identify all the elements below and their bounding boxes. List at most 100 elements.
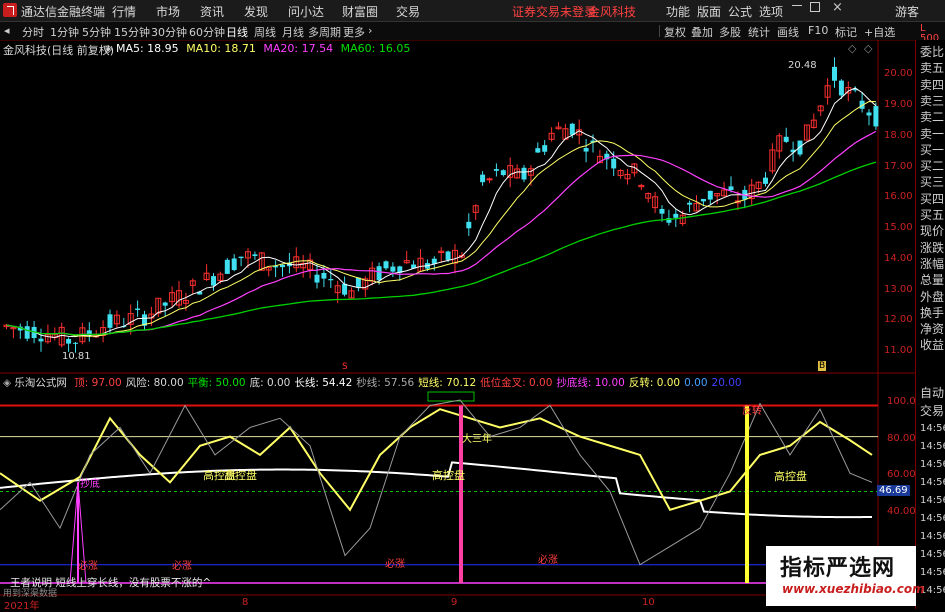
annotation-gaokong: 高控盘 — [774, 470, 807, 483]
period-arrow-icon[interactable]: ◂ — [4, 24, 10, 37]
side-item-11[interactable]: 现价 — [920, 223, 944, 239]
indicator-value-1: 风险: 80.00 — [125, 377, 184, 389]
side-item-10[interactable]: 买五 — [920, 207, 944, 223]
candle-body — [38, 338, 44, 342]
ma5-label: MA5: 18.95 — [115, 42, 179, 55]
diejia-button[interactable]: 叠加 — [691, 24, 713, 40]
side-item-2[interactable]: 卖四 — [920, 77, 944, 93]
menu-jiaoyi[interactable]: 交易 — [396, 3, 420, 20]
side-item-6[interactable]: 买一 — [920, 142, 944, 158]
short-line — [0, 408, 873, 512]
side-item-7[interactable]: 买二 — [920, 158, 944, 174]
indicator-header: ◈ 乐淘公式网 顶: 97.00 风险: 80.00 平衡: 50.00 底: 0.0… — [3, 375, 742, 390]
side-item-18[interactable]: 收益 — [920, 337, 944, 353]
side-item-5[interactable]: 卖一 — [920, 126, 944, 142]
tab-fenshi[interactable]: 分时 — [22, 24, 44, 40]
side-item-8[interactable]: 买三 — [920, 174, 944, 190]
annotation-dasan: 大三年 — [462, 434, 492, 445]
menu-gongneng[interactable]: 功能 — [666, 3, 690, 20]
duogu-button[interactable]: 多股 — [719, 24, 741, 40]
indicator-settings-icon[interactable]: ◈ — [3, 377, 11, 389]
candle-body — [707, 190, 713, 200]
indicator-value-8: 抄底线: 10.00 — [556, 377, 625, 389]
menu-hangqing[interactable]: 行情 — [112, 3, 136, 20]
f10-button[interactable]: F10 — [808, 24, 828, 37]
side-item-17[interactable]: 净资 — [920, 321, 944, 337]
tongji-button[interactable]: 统计 — [748, 24, 770, 40]
candle-body — [135, 308, 141, 310]
huaxian-button[interactable]: 画线 — [777, 24, 799, 40]
side-item-13[interactable]: 涨幅 — [920, 256, 944, 272]
side-tick-9: 14:56 — [920, 549, 945, 560]
side-tick-4: 14:56 — [920, 459, 945, 470]
candle-body — [211, 276, 216, 286]
fuquan-button[interactable]: 复权 — [664, 24, 686, 40]
candle-body — [445, 251, 451, 260]
side-item-0[interactable]: 委比 — [920, 44, 944, 60]
tab-5min[interactable]: 5分钟 — [82, 24, 111, 40]
close-pane-icon[interactable]: ◇ — [864, 42, 872, 55]
menu-caifuquan[interactable]: 财富圈 — [342, 3, 378, 20]
tab-more[interactable]: 更多 — [343, 24, 365, 40]
candle-body — [700, 198, 706, 202]
candle-body — [466, 221, 472, 229]
tab-60min[interactable]: 60分钟 — [189, 24, 225, 40]
price-tick: 16.00 — [884, 191, 913, 202]
minimize-icon[interactable] — [792, 5, 802, 6]
menu-shichang[interactable]: 市场 — [156, 3, 180, 20]
toolbar-divider — [659, 25, 660, 37]
side-item-12[interactable]: 涨跌 — [920, 240, 944, 256]
candle-body — [280, 264, 285, 268]
guest-button[interactable]: 游客 — [895, 3, 919, 20]
tab-30min[interactable]: 30分钟 — [151, 24, 187, 40]
date-tick: 9 — [451, 597, 458, 608]
menu-gongshi[interactable]: 公式 — [728, 3, 752, 20]
price-tick: 18.00 — [884, 130, 913, 141]
menu-banmian[interactable]: 版面 — [697, 3, 721, 20]
candle-body — [659, 208, 665, 214]
indicator-value-6: 短线: 70.12 — [418, 377, 477, 389]
menu-zixun[interactable]: 资讯 — [200, 3, 224, 20]
date-tick: 8 — [242, 597, 249, 608]
candle-body — [873, 106, 879, 127]
side-item-3[interactable]: 卖三 — [920, 93, 944, 109]
indicator-value-5: 秒线: 57.56 — [356, 377, 415, 389]
side-tick-3: 14:56 — [920, 441, 945, 452]
side-item-4[interactable]: 卖二 — [920, 109, 944, 125]
side-item-16[interactable]: 换手 — [920, 305, 944, 321]
price-tick: 11.00 — [884, 345, 913, 356]
more-chevron-icon[interactable]: › — [368, 24, 372, 37]
tab-multi-period[interactable]: 多周期 — [308, 24, 341, 40]
close-icon[interactable]: × — [832, 0, 843, 15]
indicator-name[interactable]: 乐淘公式网 — [14, 377, 67, 389]
chart-canvas[interactable] — [0, 40, 915, 609]
side-item-14[interactable]: 总量 — [920, 272, 944, 288]
side-tick-7: 14:56 — [920, 513, 945, 524]
maximize-icon[interactable] — [810, 2, 820, 12]
candle-body — [66, 338, 72, 344]
candle-body — [231, 258, 237, 271]
add-watchlist-button[interactable]: +自选 — [864, 24, 895, 40]
annotation-bizhang: 必涨 — [78, 561, 98, 572]
candle-body — [162, 302, 168, 306]
tab-weekly[interactable]: 周线 — [254, 24, 276, 40]
side-tick-6: 14:56 — [920, 495, 945, 506]
tab-15min[interactable]: 15分钟 — [114, 24, 150, 40]
side-item-1[interactable]: 卖五 — [920, 60, 944, 76]
indicator-value-7: 低位金叉: 0.00 — [480, 377, 553, 389]
menu-wenxiaoda[interactable]: 问小达 — [288, 3, 324, 20]
menu-faxian[interactable]: 发现 — [244, 3, 268, 20]
tab-1min[interactable]: 1分钟 — [50, 24, 79, 40]
side-item-9[interactable]: 买四 — [920, 191, 944, 207]
tab-monthly[interactable]: 月线 — [282, 24, 304, 40]
ind-tick: 100.0 — [887, 396, 916, 407]
biaoji-button[interactable]: 标记 — [835, 24, 857, 40]
menu-xuanxiang[interactable]: 选项 — [759, 3, 783, 20]
candle-body — [73, 342, 78, 344]
candle-body — [542, 145, 548, 152]
settings-diamond-icon[interactable]: ◇ — [848, 42, 856, 55]
candle-body — [314, 274, 320, 283]
side-item-15[interactable]: 外盘 — [920, 289, 944, 305]
tab-daily[interactable]: 日线 — [226, 24, 248, 40]
login-notice[interactable]: 证券交易未登录 — [512, 3, 596, 20]
